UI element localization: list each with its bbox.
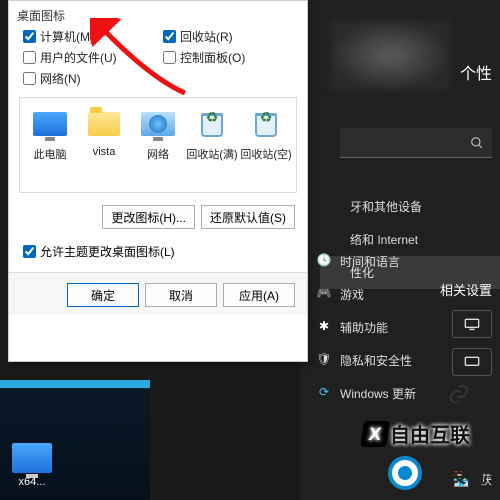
icon-preview-area: 此电脑 vista 网络 ♻ 回收站(满) ♻ 回收站(空) <box>19 97 297 193</box>
icon-label: vista <box>93 146 116 158</box>
checkbox-grid: 计算机(M) 回收站(R) 用户的文件(U) 控制面板(O) 网络(N) <box>9 28 307 93</box>
icon-label: 回收站(满) <box>186 149 237 161</box>
apply-button[interactable]: 应用(A) <box>223 283 295 307</box>
clock-icon: 🕓 <box>316 252 332 268</box>
accessibility-icon: ✱ <box>316 318 332 334</box>
cancel-button[interactable]: 取消 <box>145 283 217 307</box>
group-title: 桌面图标 <box>9 1 307 28</box>
nav-label: 游戏 <box>340 288 364 302</box>
watermark-text: 好装机 <box>426 459 486 488</box>
check-userfiles[interactable]: 用户的文件(U) <box>23 49 153 66</box>
nav-label: Windows 更新 <box>340 387 416 401</box>
nav-label: 时间和语言 <box>340 255 400 269</box>
check-computer[interactable]: 计算机(M) <box>23 28 153 45</box>
check-network-box[interactable] <box>23 72 36 85</box>
check-label: 回收站(R) <box>180 28 233 45</box>
search-icon <box>470 136 484 150</box>
nav-label: 牙和其他设备 <box>350 200 422 214</box>
watermark-ziyouhulian: X 自由互联 <box>362 419 470 448</box>
check-recycle-box[interactable] <box>163 30 176 43</box>
icon-network[interactable]: 网络 <box>132 106 184 184</box>
desktop-icon-settings-dialog: 桌面图标 计算机(M) 回收站(R) 用户的文件(U) 控制面板(O) 网络(N… <box>8 0 308 362</box>
nav-item-time[interactable]: 🕓 时间和语言 <box>310 245 500 278</box>
watermark-text: 自由互联 <box>390 419 470 448</box>
allow-theme-checkbox[interactable] <box>23 245 36 258</box>
nav-item-gaming[interactable]: 🎮 游戏 <box>310 278 500 311</box>
icon-label: 回收站(空) <box>240 149 291 161</box>
theme-preview-image <box>330 20 450 90</box>
settings-heading: 个性 <box>460 60 492 84</box>
check-label: 用户的文件(U) <box>40 49 117 66</box>
shield-icon: 🛡 <box>316 351 332 367</box>
haozhuangji-logo-icon <box>388 456 422 490</box>
check-label: 网络(N) <box>40 70 81 87</box>
check-computer-box[interactable] <box>23 30 36 43</box>
icon-buttons-row: 更改图标(H)... 还原默认值(S) <box>9 197 307 237</box>
monitor-icon <box>12 443 52 473</box>
icon-this-pc[interactable]: 此电脑 <box>24 106 76 184</box>
settings-search[interactable] <box>340 128 492 158</box>
check-label: 计算机(M) <box>40 28 94 45</box>
icon-vista[interactable]: vista <box>78 106 130 184</box>
desktop-shortcut[interactable]: x64... <box>12 443 52 488</box>
check-controlpanel[interactable]: 控制面板(O) <box>163 49 293 66</box>
ok-button[interactable]: 确定 <box>67 283 139 307</box>
watermark-haozhuangji: 好装机 <box>388 456 486 490</box>
nav-item-privacy[interactable]: 🛡 隐私和安全性 <box>310 344 500 377</box>
recycle-arrows-icon: ♻ <box>206 109 219 126</box>
icon-recycle-full[interactable]: ♻ 回收站(满) <box>186 106 238 184</box>
dialog-buttons: 确定 取消 应用(A) <box>9 272 307 315</box>
check-network[interactable]: 网络(N) <box>23 70 153 87</box>
icon-label: 此电脑 <box>34 149 67 161</box>
nav-label: 隐私和安全性 <box>340 354 412 368</box>
check-userfiles-box[interactable] <box>23 51 36 64</box>
nav-item-update[interactable]: ⟳ Windows 更新 <box>310 377 500 410</box>
desktop-background: x64... <box>0 380 150 500</box>
gamepad-icon: 🎮 <box>316 285 332 301</box>
allow-theme-row[interactable]: 允许主题更改桌面图标(L) <box>9 237 307 266</box>
change-icon-button[interactable]: 更改图标(H)... <box>102 205 195 229</box>
nav-item-accessibility[interactable]: ✱ 辅助功能 <box>310 311 500 344</box>
icon-label: 网络 <box>147 149 169 161</box>
icon-recycle-empty[interactable]: ♻ 回收站(空) <box>240 106 292 184</box>
x-logo-icon: X <box>360 421 390 447</box>
restore-defaults-button[interactable]: 还原默认值(S) <box>201 205 295 229</box>
chain-link-icon <box>448 383 470 405</box>
nav-label: 辅助功能 <box>340 321 388 335</box>
recycle-arrows-icon: ♻ <box>260 109 273 126</box>
check-label: 控制面板(O) <box>180 49 245 66</box>
check-controlpanel-box[interactable] <box>163 51 176 64</box>
devices-icon <box>326 197 342 213</box>
network-icon <box>326 230 342 246</box>
nav-item-devices[interactable]: 牙和其他设备 <box>320 190 500 223</box>
check-recycle[interactable]: 回收站(R) <box>163 28 293 45</box>
update-icon: ⟳ <box>316 384 332 400</box>
allow-theme-label: 允许主题更改桌面图标(L) <box>40 243 175 260</box>
